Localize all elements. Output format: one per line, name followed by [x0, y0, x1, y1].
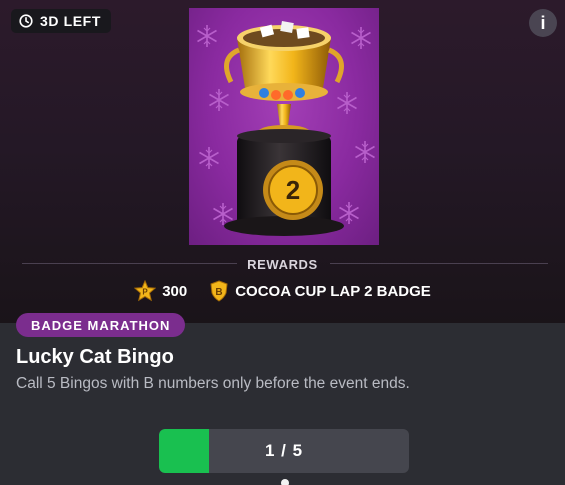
clock-icon [19, 14, 33, 28]
challenge-title: Lucky Cat Bingo [16, 346, 174, 368]
rewards-heading: REWARDS [247, 257, 318, 272]
cocoa-cup-trophy-icon: 2 [196, 21, 376, 236]
progress-bar: 1 / 5 [159, 429, 409, 473]
points-star-icon: P [134, 280, 157, 302]
info-button[interactable]: i [529, 9, 557, 37]
progress-label: 1 / 5 [264, 441, 304, 460]
svg-text:P: P [143, 288, 149, 297]
info-icon: i [540, 12, 546, 33]
points-value: 300 [162, 282, 188, 300]
badge-reward-name: COCOA CUP LAP 2 BADGE [235, 282, 431, 300]
challenge-card[interactable]: 3D LEFT i 2 REWARDS P 300 B COCOA CUP LA… [0, 0, 565, 485]
event-type-tag: BADGE MARATHON [16, 313, 186, 337]
svg-text:B: B [216, 287, 223, 298]
time-left-label: 3D LEFT [40, 13, 101, 29]
event-type-label: BADGE MARATHON [31, 317, 171, 333]
lap-number: 2 [286, 175, 300, 205]
time-left-badge: 3D LEFT [11, 9, 111, 33]
scroll-indicator[interactable] [281, 479, 289, 485]
trophy-artwork: 2 [189, 8, 379, 245]
hero-section: 3D LEFT i 2 REWARDS P 300 B COCOA CUP LA… [0, 0, 565, 323]
rewards-list: P 300 B COCOA CUP LAP 2 BADGE [0, 280, 565, 302]
badge-shield-icon: B [210, 280, 228, 302]
challenge-description: Call 5 Bingos with B numbers only before… [16, 375, 410, 392]
